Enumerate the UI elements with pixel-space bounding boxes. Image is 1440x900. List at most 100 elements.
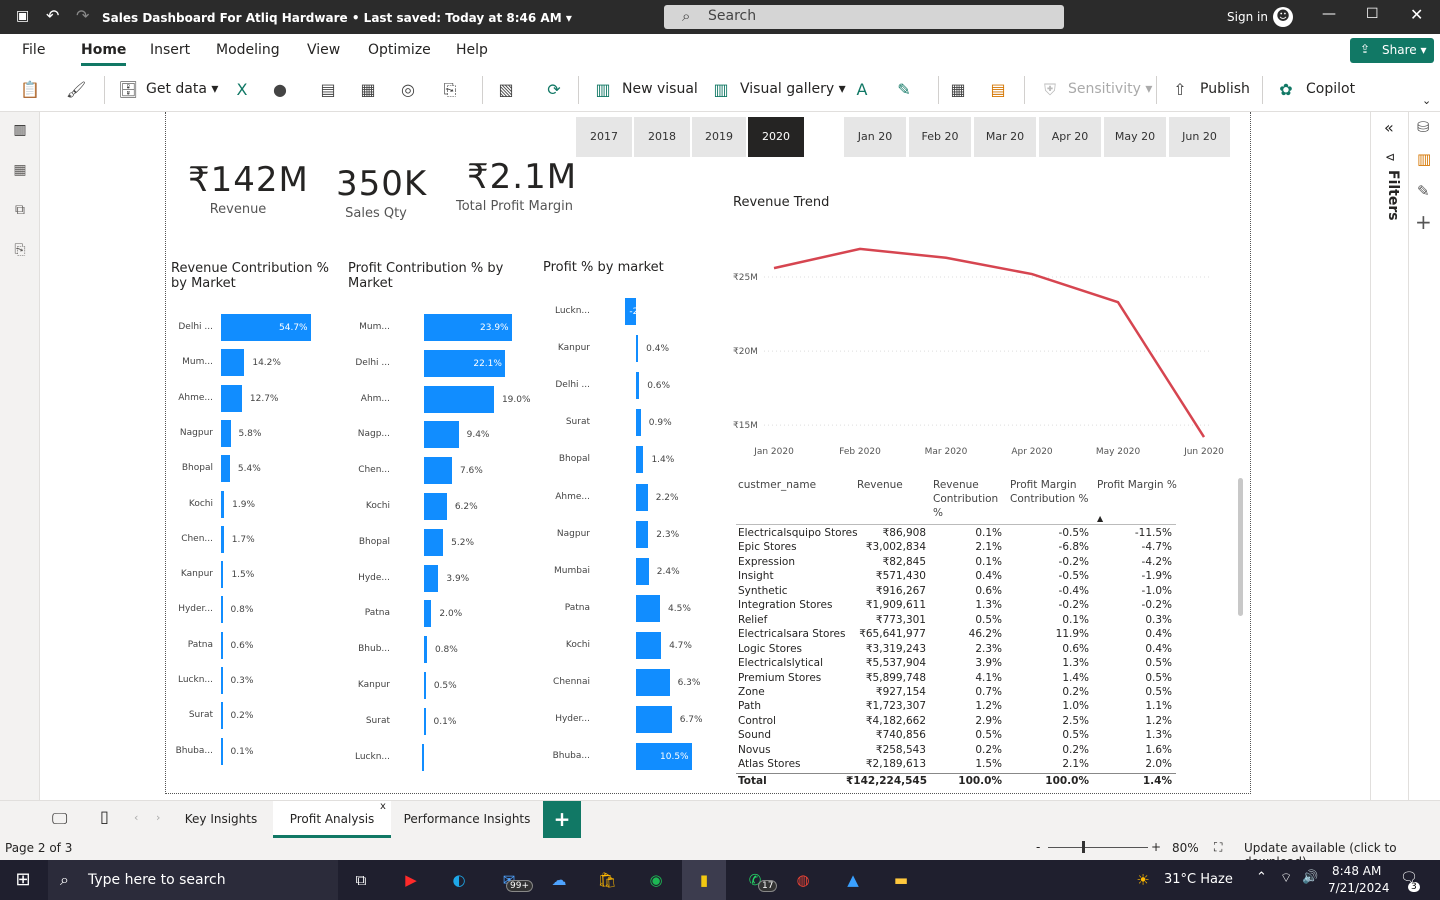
table-row[interactable]: Zone ₹927,154 0.7% 0.2% 0.5% <box>736 685 1176 699</box>
bar[interactable] <box>424 457 452 485</box>
dataverse-icon[interactable]: ◎ <box>398 80 418 100</box>
get-data-button[interactable]: Get data ▾ <box>146 81 218 97</box>
tab-help[interactable]: Help <box>456 42 488 58</box>
table-scrollbar[interactable] <box>1238 478 1243 616</box>
enter-data-icon[interactable]: ▦ <box>358 80 378 100</box>
data-pane-icon[interactable]: ⛁ <box>1417 118 1430 136</box>
text-box-icon[interactable]: A <box>852 80 872 100</box>
taskbar-search[interactable]: ⌕ Type here to search <box>48 860 338 900</box>
filters-pane-label[interactable]: Filters <box>1385 170 1401 221</box>
bar[interactable] <box>424 385 494 413</box>
bar[interactable] <box>636 483 648 511</box>
column-header[interactable]: Profit Margin % <box>1097 478 1177 492</box>
quick-measure-icon[interactable]: ▤ <box>988 80 1008 100</box>
year-option[interactable]: 2018 <box>634 117 690 157</box>
year-option[interactable]: 2019 <box>692 117 746 157</box>
table-row[interactable]: Epic Stores ₹3,002,834 2.1% -6.8% -4.7% <box>736 540 1176 554</box>
table-row[interactable]: Relief ₹773,301 0.5% 0.1% 0.3% <box>736 613 1176 627</box>
bar[interactable] <box>221 631 223 659</box>
prev-page-icon[interactable]: ‹ <box>134 811 138 824</box>
visual-gallery-icon[interactable]: ▥ <box>711 80 731 100</box>
refresh-icon[interactable]: ⟳ <box>544 80 564 100</box>
bar[interactable] <box>221 419 231 447</box>
copilot-icon[interactable]: ✿ <box>1276 80 1296 100</box>
windows-start-icon[interactable]: ⊞ <box>10 868 36 892</box>
table-row[interactable]: Expression ₹82,845 0.1% -0.2% -4.2% <box>736 555 1176 569</box>
weather-icon[interactable]: ☀ <box>1130 868 1156 892</box>
spotify-icon[interactable]: ◉ <box>643 868 669 892</box>
redo-icon[interactable]: ↷ <box>76 6 89 25</box>
table-row[interactable]: Electricalslytical ₹5,537,904 3.9% 1.3% 0.5% <box>736 656 1176 670</box>
paste-icon[interactable]: 📋 <box>20 80 40 100</box>
minimize-icon[interactable]: — <box>1322 6 1336 22</box>
table-view-icon[interactable]: ▦ <box>10 160 30 180</box>
bar[interactable] <box>424 564 439 592</box>
new-measure-icon[interactable]: ▦ <box>948 80 968 100</box>
network-icon[interactable]: ⌔ <box>1280 870 1292 886</box>
table-row[interactable]: Electricalsquipo Stores ₹86,908 0.1% -0.5% -… <box>736 526 1176 540</box>
get-data-icon[interactable]: 🗄 <box>118 80 138 100</box>
add-pane-icon[interactable]: + <box>1415 210 1432 234</box>
youtube-icon[interactable]: ▶ <box>398 868 424 892</box>
new-visual-button[interactable]: New visual <box>622 81 698 97</box>
next-page-icon[interactable]: › <box>156 811 160 824</box>
add-page-button[interactable]: + <box>543 801 581 838</box>
table-row[interactable]: Integration Stores ₹1,909,611 1.3% -0.2% -0.… <box>736 598 1176 612</box>
column-header[interactable]: Profit Margin Contribution % <box>1010 478 1090 506</box>
zoom-in-button[interactable]: + <box>1151 840 1161 854</box>
bar[interactable] <box>221 455 230 483</box>
bar[interactable] <box>221 702 223 730</box>
excel-icon[interactable]: X <box>232 80 252 100</box>
powerbi-taskbar-active[interactable]: ▮ <box>682 860 726 900</box>
zoom-out-button[interactable]: - <box>1036 840 1040 854</box>
page-tab-key-insights[interactable]: Key Insights <box>170 801 272 838</box>
month-option[interactable]: Apr 20 <box>1039 117 1101 157</box>
bar[interactable] <box>221 596 223 624</box>
more-visuals-icon[interactable]: ✎ <box>894 80 914 100</box>
month-option[interactable]: Jan 20 <box>844 117 906 157</box>
weather-text[interactable]: 31°C Haze <box>1164 872 1233 887</box>
photos-icon[interactable]: ▲ <box>840 868 866 892</box>
bar[interactable] <box>636 706 672 734</box>
column-header[interactable]: Revenue Contribution % <box>933 478 1003 520</box>
bar[interactable] <box>424 493 447 520</box>
clock-time[interactable]: 8:48 AM <box>1332 864 1381 878</box>
clock-date[interactable]: 7/21/2024 <box>1328 881 1390 895</box>
sort-ascending-icon[interactable]: ▲ <box>1097 514 1103 523</box>
undo-icon[interactable]: ↶ <box>46 6 59 25</box>
copilot-button[interactable]: Copilot <box>1306 81 1355 97</box>
volume-icon[interactable]: 🔊 <box>1302 870 1318 885</box>
month-option[interactable]: Feb 20 <box>909 117 971 157</box>
column-header[interactable]: Revenue <box>857 478 903 492</box>
tab-file[interactable]: File <box>22 42 45 58</box>
bar[interactable] <box>636 372 640 400</box>
bar[interactable] <box>636 594 660 622</box>
bar[interactable] <box>636 669 670 696</box>
bar[interactable] <box>636 446 644 474</box>
year-option[interactable]: 2017 <box>576 117 632 157</box>
desktop-layout-icon[interactable]: 🖵 <box>52 809 67 829</box>
page-tab-performance-insights[interactable]: Performance Insights <box>392 801 542 838</box>
month-option[interactable]: Jun 20 <box>1169 117 1230 157</box>
store-icon[interactable]: 🛍 <box>594 868 620 892</box>
collapse-ribbon-icon[interactable]: ⌄ <box>1422 94 1431 107</box>
close-tab-icon[interactable]: x <box>380 789 386 825</box>
tab-insert[interactable]: Insert <box>150 42 190 58</box>
table-total-row[interactable]: Total ₹142,224,545 100.0% 100.0% 1.4% <box>736 773 1176 787</box>
dax-query-view-icon[interactable]: ⎘ <box>10 240 30 260</box>
task-view-icon[interactable]: ⧉ <box>348 868 374 892</box>
table-row[interactable]: Electricalsara Stores ₹65,641,977 46.2% 11.… <box>736 627 1176 641</box>
bar[interactable] <box>636 631 662 659</box>
bar[interactable] <box>636 409 641 437</box>
bar[interactable] <box>424 672 426 699</box>
table-row[interactable]: Sound ₹740,856 0.5% 0.5% 1.3% <box>736 728 1176 742</box>
bar[interactable] <box>221 490 225 518</box>
tab-modeling[interactable]: Modeling <box>216 42 280 58</box>
month-option[interactable]: May 20 <box>1104 117 1166 157</box>
bar[interactable] <box>221 349 245 377</box>
zoom-slider-handle[interactable] <box>1082 841 1085 853</box>
close-icon[interactable]: ✕ <box>1410 5 1423 24</box>
chrome-icon[interactable]: ◍ <box>790 868 816 892</box>
filter-icon[interactable]: ⊲ <box>1385 150 1395 164</box>
sensitivity-button[interactable]: Sensitivity ▾ <box>1068 81 1152 97</box>
